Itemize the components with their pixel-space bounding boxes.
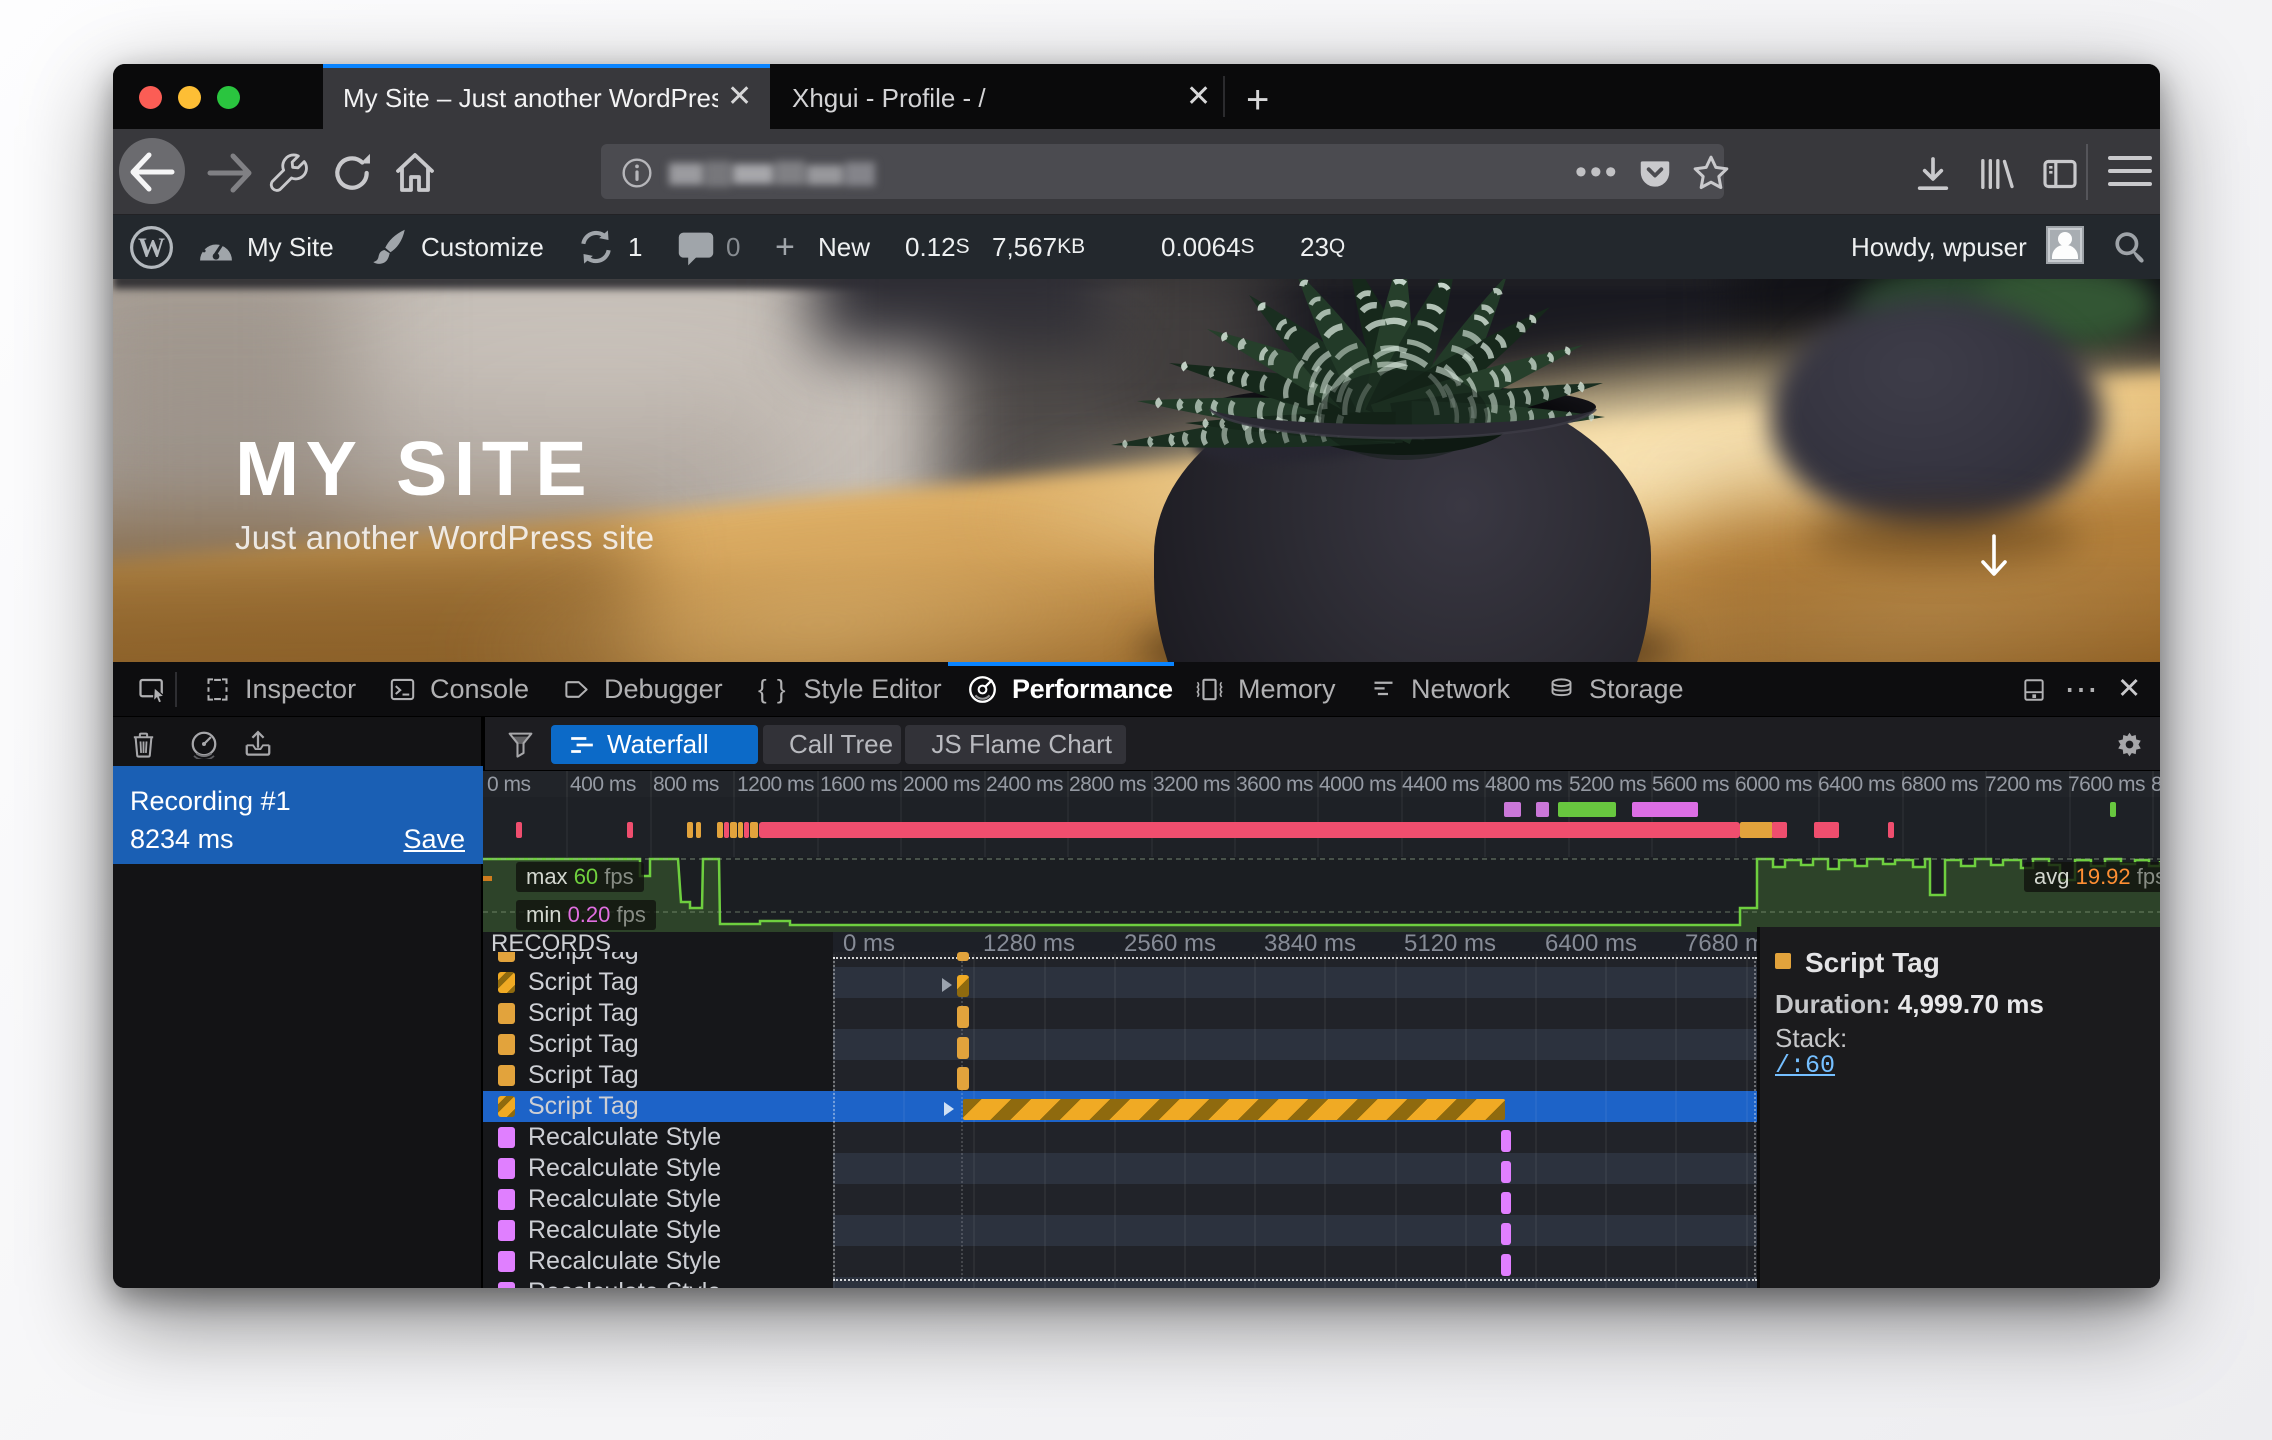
svg-text:W: W	[138, 233, 165, 263]
